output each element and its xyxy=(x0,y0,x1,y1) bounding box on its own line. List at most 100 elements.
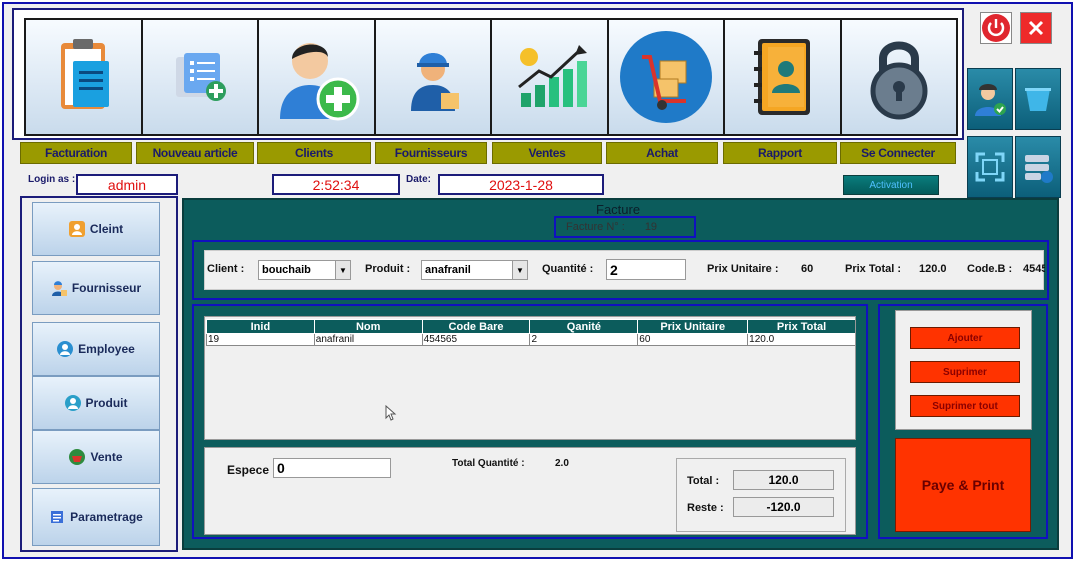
clients-label[interactable]: Clients xyxy=(257,142,371,164)
facturation-label[interactable]: Facturation xyxy=(20,142,132,164)
sales-chart-icon xyxy=(518,45,588,107)
left-menu: Cleint Fournisseur Employee Produit Vent… xyxy=(20,196,178,552)
date-value: 2023-1-28 xyxy=(438,174,604,195)
cell-code-bare: 454565 xyxy=(421,333,531,346)
espece-input[interactable]: 0 xyxy=(273,458,391,478)
prix-total-value: 120.0 xyxy=(919,263,947,275)
time-display: 2:52:34 xyxy=(272,174,400,195)
close-icon xyxy=(1028,20,1044,36)
fournisseurs-label[interactable]: Fournisseurs xyxy=(375,142,487,164)
clients-button[interactable] xyxy=(259,20,374,134)
items-table: Inid Nom Code Bare Qanité Prix Unitaire … xyxy=(206,319,855,346)
menu-vente-label: Vente xyxy=(90,450,123,464)
facture-number: Facture N° : 19 xyxy=(554,216,696,238)
se-connecter-label[interactable]: Se Connecter xyxy=(840,142,956,164)
pay-print-button[interactable]: Paye & Print xyxy=(895,438,1031,532)
close-button[interactable] xyxy=(1020,12,1052,44)
menu-produit-label: Produit xyxy=(85,396,128,410)
prix-unitaire-label: Prix Unitaire : xyxy=(707,263,779,275)
reste-label: Reste : xyxy=(687,502,724,514)
suprimer-button[interactable]: Suprimer xyxy=(910,361,1020,383)
menu-vente-button[interactable]: Vente xyxy=(32,430,160,484)
achat-button[interactable] xyxy=(608,20,723,134)
employee-icon xyxy=(57,341,74,357)
clipboard-icon xyxy=(61,39,110,109)
supplier-icon xyxy=(51,281,67,296)
achat-label[interactable]: Achat xyxy=(606,142,718,164)
new-article-icon xyxy=(175,53,226,101)
menu-client-button[interactable]: Cleint xyxy=(32,202,160,256)
fournisseurs-button[interactable] xyxy=(375,20,490,134)
client-select-value: bouchaib xyxy=(262,264,311,276)
client-select[interactable]: bouchaib ▼ xyxy=(258,260,351,280)
produit-select-value: anafranil xyxy=(425,264,471,276)
activation-button[interactable]: Activation xyxy=(843,175,939,195)
col-prix-unitaire[interactable]: Prix Unitaire xyxy=(637,319,749,334)
menu-fournisseur-button[interactable]: Fournisseur xyxy=(32,261,160,315)
total-label: Total : xyxy=(687,475,720,487)
menu-parametrage-button[interactable]: Parametrage xyxy=(32,488,160,546)
action-buttons-group: Ajouter Suprimer Suprimer tout xyxy=(895,310,1032,430)
facturation-button[interactable] xyxy=(26,20,141,134)
settings-list-icon xyxy=(51,511,64,523)
se-connecter-button[interactable] xyxy=(841,20,956,134)
cell-prix-total: 120.0 xyxy=(747,333,855,346)
login-value: admin xyxy=(76,174,178,195)
cell-prix-unitaire: 60 xyxy=(637,333,749,346)
total-quantite-value: 2.0 xyxy=(555,458,569,469)
delivery-worker-icon xyxy=(410,53,459,111)
items-table-area: Inid Nom Code Bare Qanité Prix Unitaire … xyxy=(204,316,856,440)
col-code-bare[interactable]: Code Bare xyxy=(421,319,531,334)
hand-truck-icon xyxy=(619,31,712,123)
cell-inid: 19 xyxy=(206,333,315,346)
facture-title: Facture xyxy=(596,202,641,217)
power-button[interactable] xyxy=(980,12,1012,44)
rapport-label[interactable]: Rapport xyxy=(723,142,837,164)
mouse-cursor-icon xyxy=(385,405,397,421)
scan-button[interactable] xyxy=(967,136,1013,198)
menu-employee-button[interactable]: Employee xyxy=(32,322,160,376)
scan-icon xyxy=(975,152,1005,182)
database-refresh-button[interactable] xyxy=(1015,136,1061,198)
client-icon xyxy=(68,221,85,237)
clear-button[interactable] xyxy=(1015,68,1061,130)
codeb-value: 454565 xyxy=(1023,263,1045,275)
nouveau-article-label[interactable]: Nouveau article xyxy=(136,142,254,164)
power-icon xyxy=(982,14,1010,42)
total-value: 120.0 xyxy=(733,470,834,490)
quantite-label: Quantité : xyxy=(542,263,594,275)
cell-nom: anafranil xyxy=(313,333,423,346)
col-nom[interactable]: Nom xyxy=(313,319,423,334)
add-user-icon xyxy=(280,43,360,121)
menu-produit-button[interactable]: Produit xyxy=(32,376,160,430)
date-label: Date: xyxy=(406,174,432,185)
prix-unitaire-value: 60 xyxy=(801,263,814,275)
basket-icon xyxy=(69,449,86,465)
ventes-button[interactable] xyxy=(492,20,607,134)
totals-box: Total : 120.0 Reste : -120.0 xyxy=(676,458,846,532)
prix-total-label: Prix Total : xyxy=(845,263,902,275)
col-prix-total[interactable]: Prix Total xyxy=(747,319,855,334)
espece-label: Espece xyxy=(227,463,270,477)
col-inid[interactable]: Inid xyxy=(206,319,315,334)
ventes-label[interactable]: Ventes xyxy=(492,142,602,164)
quantite-input[interactable]: 2 xyxy=(606,259,686,280)
table-header-row: Inid Nom Code Bare Qanité Prix Unitaire … xyxy=(206,319,855,334)
rapport-button[interactable] xyxy=(725,20,840,134)
chevron-down-icon[interactable]: ▼ xyxy=(335,261,350,279)
lock-icon xyxy=(870,41,928,120)
codeb-label: Code.B : xyxy=(967,263,1013,275)
col-quantite[interactable]: Qanité xyxy=(529,319,639,334)
ajouter-button[interactable]: Ajouter xyxy=(910,327,1020,349)
facture-number-value: 19 xyxy=(644,221,658,233)
produit-select[interactable]: anafranil ▼ xyxy=(421,260,528,280)
toolbar-labels: Facturation Nouveau article Clients Four… xyxy=(20,142,956,164)
suprimer-tout-button[interactable]: Suprimer tout xyxy=(910,395,1020,417)
facture-number-label: Facture N° : xyxy=(566,221,625,233)
table-row[interactable]: 19 anafranil 454565 2 60 120.0 xyxy=(206,333,855,346)
user-check-button[interactable] xyxy=(967,68,1013,130)
user-check-icon xyxy=(975,84,1006,116)
client-label: Client : xyxy=(207,263,245,275)
nouveau-article-button[interactable] xyxy=(142,20,257,134)
chevron-down-icon[interactable]: ▼ xyxy=(512,261,527,279)
